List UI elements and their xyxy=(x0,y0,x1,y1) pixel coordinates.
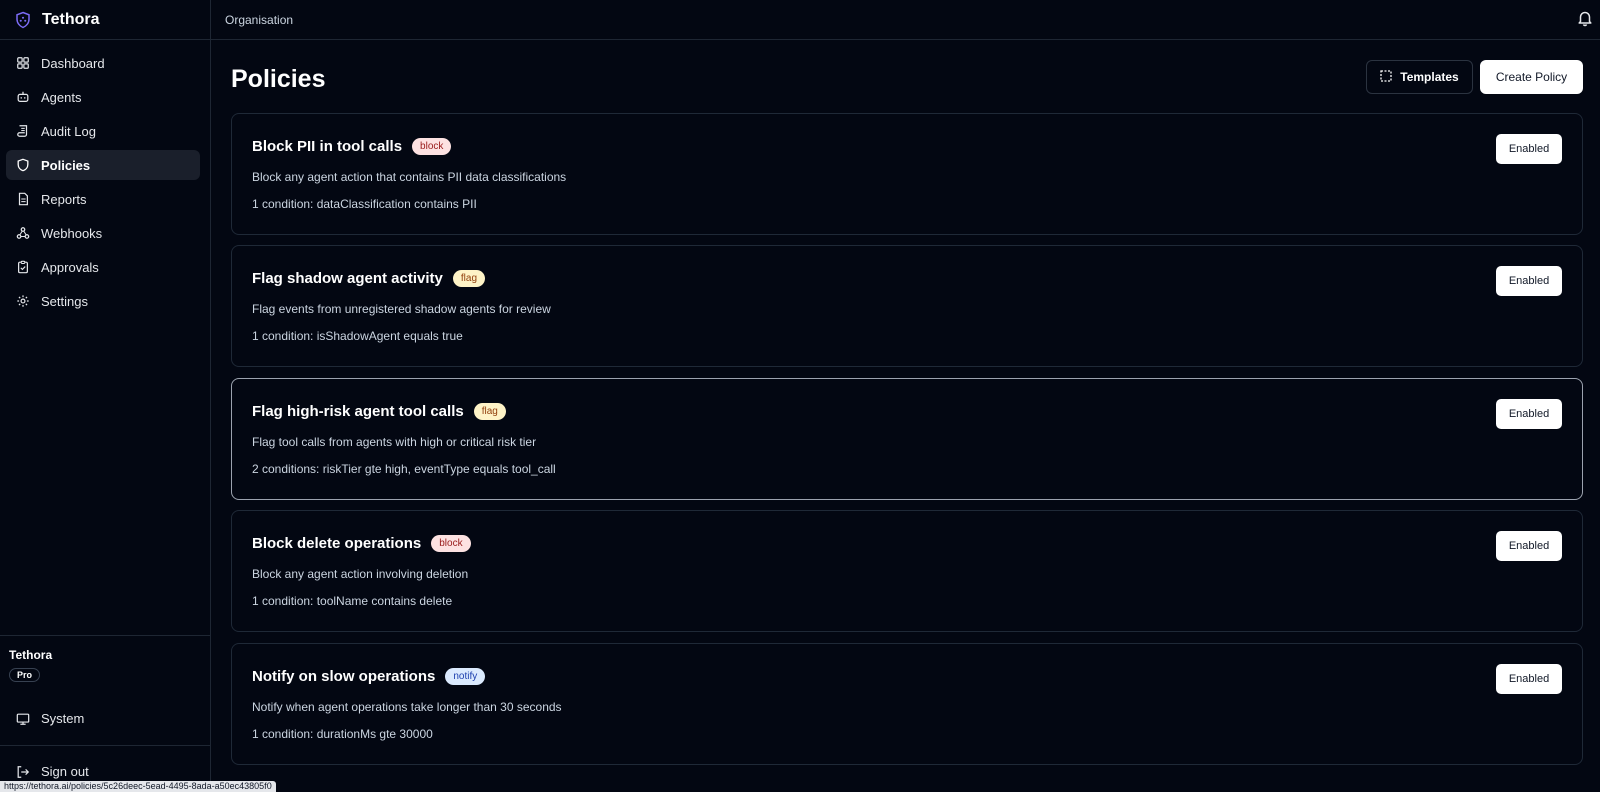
enabled-toggle-button[interactable]: Enabled xyxy=(1496,399,1562,429)
link-preview-url: https://tethora.ai/policies/5c26deec-5ea… xyxy=(0,781,276,792)
shield-icon xyxy=(16,158,30,172)
breadcrumb: Organisation xyxy=(225,12,294,27)
sidebar-item-label: Settings xyxy=(41,293,88,309)
enabled-toggle-button[interactable]: Enabled xyxy=(1496,266,1562,296)
create-policy-button[interactable]: Create Policy xyxy=(1480,60,1583,94)
sidebar-item-reports[interactable]: Reports xyxy=(6,184,200,214)
policy-description: Notify when agent operations take longer… xyxy=(252,700,562,714)
monitor-icon xyxy=(16,712,30,726)
sidebar-item-label: Audit Log xyxy=(41,123,96,139)
brand-name: Tethora xyxy=(42,10,100,28)
action-badge: block xyxy=(431,535,471,552)
policy-card[interactable]: Block delete operations block Block any … xyxy=(231,510,1583,632)
signout-button[interactable]: Sign out xyxy=(16,764,89,779)
policy-conditions: 1 condition: durationMs gte 30000 xyxy=(252,727,433,741)
file-icon xyxy=(16,192,30,206)
gear-icon xyxy=(16,294,30,308)
sidebar-nav: Dashboard Agents Audit Log Policies Repo… xyxy=(0,40,210,316)
policy-title: Block delete operations xyxy=(252,535,422,552)
policy-card[interactable]: Flag shadow agent activity flag Flag eve… xyxy=(231,245,1583,367)
sidebar-item-agents[interactable]: Agents xyxy=(6,82,200,112)
policy-conditions: 2 conditions: riskTier gte high, eventTy… xyxy=(252,462,556,476)
enabled-toggle-button[interactable]: Enabled xyxy=(1496,531,1562,561)
templates-label: Templates xyxy=(1400,70,1459,84)
bell-icon[interactable] xyxy=(1576,9,1594,27)
policy-conditions: 1 condition: dataClassification contains… xyxy=(252,197,477,211)
sidebar-item-audit-log[interactable]: Audit Log xyxy=(6,116,200,146)
system-label: System xyxy=(41,711,85,726)
page-title: Policies xyxy=(231,65,326,93)
shield-logo-icon xyxy=(14,11,32,29)
policy-conditions: 1 condition: isShadowAgent equals true xyxy=(252,329,463,343)
page-header: Policies Templates Create Policy xyxy=(231,40,1583,116)
sidebar-item-webhooks[interactable]: Webhooks xyxy=(6,218,200,248)
sidebar-item-approvals[interactable]: Approvals xyxy=(6,252,200,282)
sidebar-item-dashboard[interactable]: Dashboard xyxy=(6,48,200,78)
policy-title: Notify on slow operations xyxy=(252,668,436,685)
plan-badge: Pro xyxy=(9,668,41,682)
signout-label: Sign out xyxy=(41,764,89,779)
policy-description: Flag tool calls from agents with high or… xyxy=(252,435,537,449)
main-content: Policies Templates Create Policy Block P… xyxy=(231,40,1583,765)
sidebar-item-settings[interactable]: Settings xyxy=(6,286,200,316)
templates-button[interactable]: Templates xyxy=(1366,60,1473,94)
brand[interactable]: Tethora xyxy=(0,0,210,40)
enabled-toggle-button[interactable]: Enabled xyxy=(1496,134,1562,164)
sidebar-item-label: Webhooks xyxy=(41,225,103,241)
webhook-icon xyxy=(16,226,30,240)
policy-conditions: 1 condition: toolName contains delete xyxy=(252,594,453,608)
policy-title: Flag shadow agent activity xyxy=(252,270,443,287)
topbar: Organisation xyxy=(211,0,1600,40)
scroll-icon xyxy=(16,124,30,138)
template-icon xyxy=(1380,69,1392,85)
org-switcher[interactable]: Tethora Pro xyxy=(0,635,210,683)
action-badge: notify xyxy=(445,668,486,685)
sidebar-item-label: Policies xyxy=(41,157,91,173)
logout-icon xyxy=(16,765,30,779)
policy-card[interactable]: Flag high-risk agent tool calls flag Fla… xyxy=(231,378,1583,500)
sidebar-item-label: Approvals xyxy=(41,259,99,275)
org-name: Tethora xyxy=(9,648,53,662)
sidebar-item-label: Dashboard xyxy=(41,55,105,71)
sidebar-item-label: Agents xyxy=(41,89,82,105)
clipboard-check-icon xyxy=(16,260,30,274)
policy-title: Flag high-risk agent tool calls xyxy=(252,403,464,420)
system-theme-button[interactable]: System xyxy=(16,711,84,726)
bot-icon xyxy=(16,90,30,104)
policy-card[interactable]: Block PII in tool calls block Block any … xyxy=(231,113,1583,235)
action-badge: block xyxy=(412,138,452,155)
action-badge: flag xyxy=(473,403,506,420)
sidebar-item-label: Reports xyxy=(41,191,87,207)
policy-description: Block any agent action that contains PII… xyxy=(252,170,567,184)
sidebar: Tethora Dashboard Agents Audit Log Polic… xyxy=(0,0,211,792)
policy-description: Flag events from unregistered shadow age… xyxy=(252,302,551,316)
policy-card[interactable]: Notify on slow operations notify Notify … xyxy=(231,643,1583,765)
policy-description: Block any agent action involving deletio… xyxy=(252,567,469,581)
enabled-toggle-button[interactable]: Enabled xyxy=(1496,664,1562,694)
grid-icon xyxy=(16,56,30,70)
sidebar-item-policies[interactable]: Policies xyxy=(6,150,200,180)
action-badge: flag xyxy=(452,270,486,287)
policy-title: Block PII in tool calls xyxy=(252,138,403,155)
